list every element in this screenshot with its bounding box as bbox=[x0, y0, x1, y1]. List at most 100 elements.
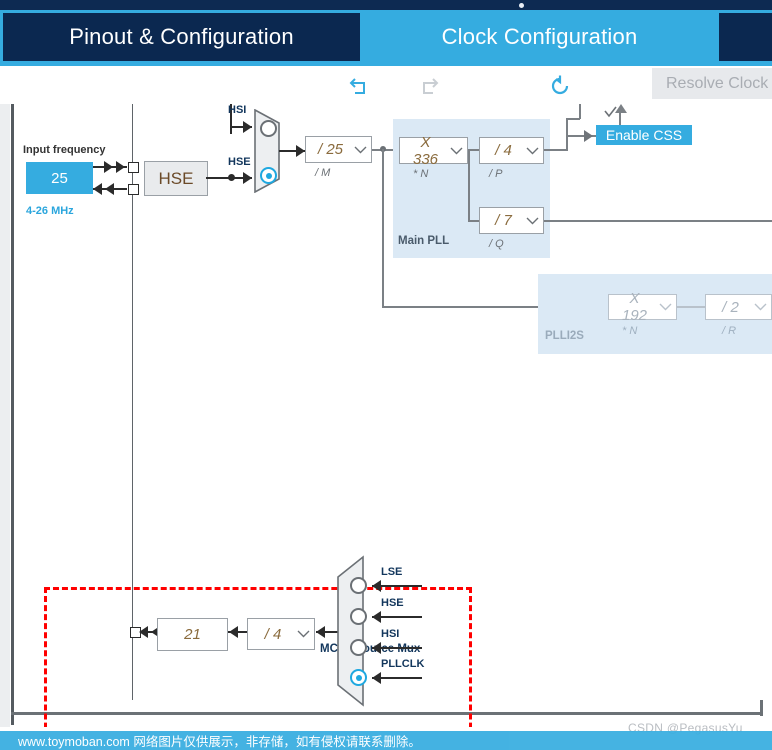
main-pll-q-value: / 7 bbox=[495, 212, 512, 229]
clock-tree-canvas[interactable]: Input frequency 25 4-26 MHz HSE HSE HSI … bbox=[0, 104, 772, 727]
main-pll-n-value: X 336 bbox=[412, 133, 439, 168]
arrow-into-enable-css bbox=[584, 130, 593, 142]
arrow-mco1-hse bbox=[372, 611, 381, 623]
toymoban-watermark-bar: www.toymoban.com 网络图片仅供展示，非存储，如有侵权请联系删除。 bbox=[0, 731, 772, 750]
arrow-mux-to-div-m bbox=[296, 145, 305, 157]
undo-arrow-icon bbox=[349, 78, 365, 94]
chevron-down-icon bbox=[292, 630, 314, 638]
main-pll-p-sublabel: / P bbox=[489, 168, 503, 180]
arrow-mco1-mux-to-div bbox=[316, 626, 325, 638]
canvas-frame-left bbox=[11, 104, 14, 725]
mco1-divider-dropdown[interactable]: / 4 bbox=[247, 618, 315, 650]
arrow-hse-to-input-1 bbox=[93, 183, 102, 195]
chevron-down-icon bbox=[445, 147, 467, 155]
enable-css-label: Enable CSS bbox=[605, 127, 683, 143]
divider-m-value: / 25 bbox=[317, 141, 344, 158]
arrow-hsi-into-mux bbox=[243, 121, 252, 133]
input-frequency-caption: Input frequency bbox=[23, 144, 106, 156]
canvas-frame-right bbox=[760, 700, 763, 716]
mco1-mux-label-hsi: HSI bbox=[381, 628, 400, 640]
redo-arrow-icon bbox=[423, 78, 439, 94]
tab-clock-configuration[interactable]: Clock Configuration bbox=[362, 13, 717, 61]
mco1-frequency-field[interactable]: 21 bbox=[157, 618, 228, 651]
divider-m-dropdown[interactable]: / 25 bbox=[305, 136, 372, 163]
arrow-input-to-hse-1 bbox=[104, 161, 113, 173]
arrow-mco1-to-pin-1 bbox=[139, 626, 148, 638]
css-check-icon bbox=[604, 106, 617, 118]
wire-p-to-css bbox=[566, 135, 598, 137]
pll-mux-input-hsi-label: HSI bbox=[228, 104, 247, 116]
pll-mux-input-hse-label: HSE bbox=[228, 156, 251, 168]
arrow-hse-into-mux bbox=[243, 172, 252, 184]
plli2s-title: PLLI2S bbox=[545, 330, 584, 342]
main-pll-q-sublabel: / Q bbox=[489, 238, 504, 250]
mco1-mux-radio-hsi[interactable] bbox=[350, 639, 367, 656]
plli2s-r-value: / 2 bbox=[722, 298, 739, 316]
pin-osc-out[interactable] bbox=[128, 184, 139, 195]
main-pll-n-dropdown[interactable]: X 336 bbox=[399, 134, 468, 168]
arrow-mco1-hsi bbox=[372, 642, 381, 654]
chevron-down-icon bbox=[521, 147, 543, 155]
wire-q-out bbox=[544, 220, 772, 222]
tab-bar: Pinout & Configuration Clock Configurati… bbox=[0, 10, 772, 66]
input-frequency-field[interactable]: 25 bbox=[26, 162, 93, 194]
mco1-divider-value: / 4 bbox=[264, 625, 282, 643]
plli2s-n-dropdown[interactable]: X 192 bbox=[608, 290, 677, 324]
chevron-down-icon bbox=[654, 303, 676, 311]
tab-pinout-configuration[interactable]: Pinout & Configuration bbox=[3, 13, 360, 61]
mco1-mux-radio-lse[interactable] bbox=[350, 577, 367, 594]
redo-button[interactable] bbox=[412, 72, 446, 100]
arrow-hse-to-input-2 bbox=[105, 183, 114, 195]
mco1-highlight-box bbox=[44, 587, 472, 727]
arrow-mco1-pllclk bbox=[372, 672, 381, 684]
mco1-frequency-value: 21 bbox=[184, 626, 201, 643]
tab-pinout-label: Pinout & Configuration bbox=[69, 24, 294, 49]
tab-next[interactable] bbox=[719, 13, 772, 61]
pin-osc-in[interactable] bbox=[128, 162, 139, 173]
divider-m-sublabel: / M bbox=[315, 167, 331, 179]
chevron-down-icon bbox=[521, 217, 543, 225]
tab-clock-label: Clock Configuration bbox=[441, 24, 638, 49]
main-pll-q-dropdown[interactable]: / 7 bbox=[479, 207, 544, 234]
resolve-clock-button[interactable]: Resolve Clock bbox=[652, 68, 772, 99]
mco1-mux-label-pllclk: PLLCLK bbox=[381, 658, 425, 670]
plli2s-r-sublabel: / R bbox=[722, 325, 737, 337]
main-pll-p-dropdown[interactable]: / 4 bbox=[479, 137, 544, 164]
mco1-mux-label-lse: LSE bbox=[381, 566, 403, 578]
resolve-clock-label: Resolve Clock bbox=[666, 74, 769, 92]
enable-css-button[interactable]: Enable CSS bbox=[596, 125, 692, 145]
refresh-circular-arrow-icon bbox=[551, 75, 569, 95]
arrow-input-to-hse-2 bbox=[116, 161, 125, 173]
wire-p-riser-top bbox=[566, 118, 580, 120]
input-frequency-range: 4-26 MHz bbox=[26, 205, 74, 217]
chevron-down-icon bbox=[749, 303, 771, 311]
plli2s-r-dropdown[interactable]: / 2 bbox=[705, 294, 772, 320]
arrow-mco1-div-to-freq bbox=[229, 626, 238, 638]
toymoban-watermark-text: www.toymoban.com 网络图片仅供展示，非存储，如有侵权请联系删除。 bbox=[18, 735, 421, 749]
main-pll-title: Main PLL bbox=[398, 235, 450, 247]
plli2s-n-sublabel: * N bbox=[622, 325, 638, 337]
main-pll-n-sublabel: * N bbox=[413, 168, 429, 180]
mco1-mux-label-hse: HSE bbox=[381, 597, 404, 609]
wire-p-riser bbox=[566, 118, 568, 150]
wire-divm-down-to-plli2s bbox=[382, 149, 384, 307]
mco1-mux-radio-hse[interactable] bbox=[350, 608, 367, 625]
canvas-left-gutter bbox=[0, 104, 10, 727]
main-pll-p-value: / 4 bbox=[495, 142, 512, 159]
wire-p-out bbox=[544, 149, 568, 151]
pll-mux-radio-hse[interactable] bbox=[260, 167, 277, 184]
wire-n-branch-vertical bbox=[468, 149, 470, 221]
window-strip-marker bbox=[519, 3, 524, 8]
mco1-mux-radio-pllclk[interactable] bbox=[350, 669, 367, 686]
hse-oscillator-block[interactable]: HSE bbox=[144, 161, 208, 196]
hse-block-label: HSE bbox=[158, 168, 194, 188]
arrow-mco1-lse bbox=[372, 580, 381, 592]
reset-button[interactable] bbox=[543, 72, 577, 100]
undo-button[interactable] bbox=[344, 72, 378, 100]
pll-mux-radio-hsi[interactable] bbox=[260, 120, 277, 137]
window-title-strip bbox=[0, 0, 772, 10]
chevron-down-icon bbox=[349, 146, 371, 154]
junction-hse bbox=[228, 174, 235, 181]
plli2s-n-value: X 192 bbox=[621, 290, 648, 324]
wire-plli2s-n-to-r bbox=[677, 306, 706, 308]
